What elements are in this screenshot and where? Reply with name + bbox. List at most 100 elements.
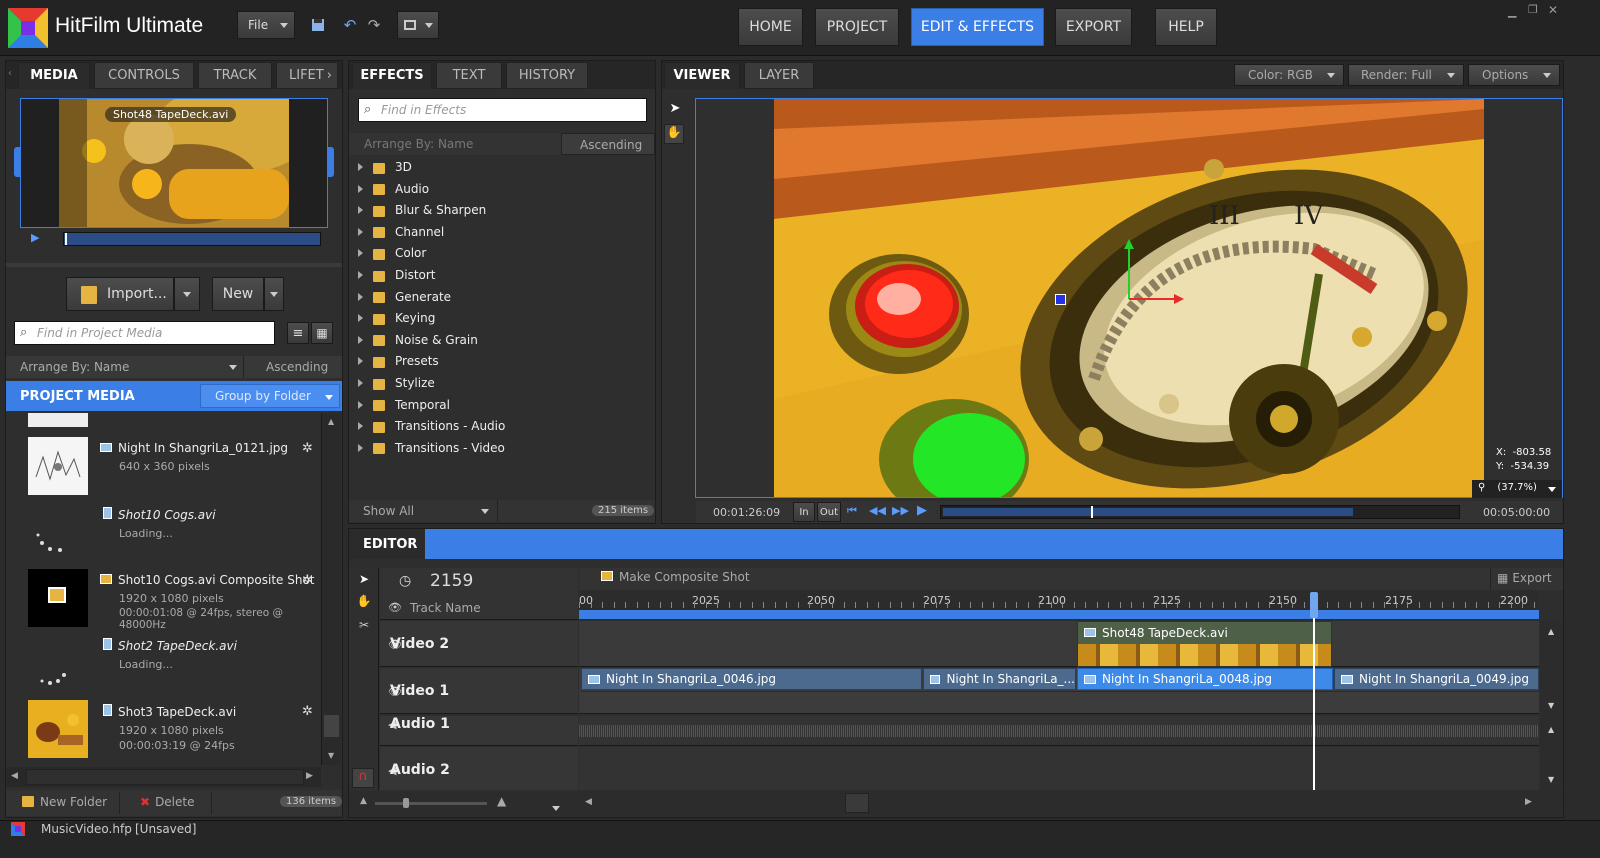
- expand-arrow-icon[interactable]: [358, 335, 363, 344]
- expand-arrow-icon[interactable]: [358, 163, 363, 171]
- viewer-playhead[interactable]: [1091, 506, 1093, 518]
- tab-viewer[interactable]: VIEWER: [664, 62, 740, 89]
- effect-folder[interactable]: Distort: [356, 265, 436, 285]
- show-all-select[interactable]: Show All: [352, 500, 498, 522]
- tab-controls[interactable]: CONTROLS: [94, 62, 194, 89]
- list-item[interactable]: Shot10 Cogs.avi Loading...: [100, 507, 320, 557]
- group-by-select[interactable]: Group by Folder: [200, 384, 340, 408]
- preview-play-button[interactable]: ▶: [31, 231, 39, 244]
- new-folder-button[interactable]: New Folder: [18, 792, 120, 814]
- tab-text[interactable]: TEXT: [436, 62, 502, 89]
- scroll-left-icon[interactable]: ◀: [585, 797, 592, 807]
- clip-night-0047[interactable]: Night In ShangriLa_...: [923, 668, 1076, 690]
- list-item[interactable]: Night In ShangriLa_0121.jpg 640 x 360 pi…: [100, 441, 320, 491]
- effect-folder[interactable]: 3D: [356, 157, 412, 177]
- media-h-scrollbar[interactable]: ◀ ▶: [6, 767, 321, 787]
- scroll-thumb[interactable]: [845, 793, 869, 813]
- eye-icon[interactable]: 👁: [388, 601, 402, 614]
- viewer-options-select[interactable]: Options: [1468, 64, 1560, 86]
- zoom-out-icon[interactable]: ▲: [360, 796, 367, 806]
- select-tool-icon[interactable]: ➤: [666, 101, 684, 119]
- step-forward-icon[interactable]: ▶▶: [892, 504, 909, 517]
- preview-scrub-bar[interactable]: [63, 232, 321, 246]
- razor-tool-icon[interactable]: ✂: [354, 618, 374, 636]
- scroll-thumb[interactable]: [324, 715, 339, 737]
- close-icon[interactable]: ✕: [1548, 3, 1558, 17]
- effect-folder[interactable]: Keying: [356, 308, 435, 328]
- scroll-right-icon[interactable]: ▶: [1525, 797, 1532, 807]
- effect-folder[interactable]: Presets: [356, 351, 439, 371]
- delete-button[interactable]: ✖ Delete: [130, 792, 212, 814]
- timeline-ruler[interactable]: 00 2025 2050 2075 2100 2125 2150 2175 2200: [579, 590, 1539, 620]
- viewer-scrub-bar[interactable]: [940, 505, 1460, 519]
- timeline-export-button[interactable]: ▦ Export: [1490, 568, 1562, 590]
- left-tabs-scroll-left[interactable]: ‹: [8, 68, 12, 79]
- effect-folder[interactable]: Transitions - Video: [356, 438, 505, 458]
- play-icon[interactable]: ▶: [917, 503, 927, 518]
- zoom-select[interactable]: ⚲ (37.7%): [1472, 480, 1562, 498]
- nav-edit-effects[interactable]: EDIT & EFFECTS: [911, 8, 1044, 46]
- item-settings-icon[interactable]: ✲: [302, 704, 313, 719]
- expand-arrow-icon[interactable]: [358, 249, 363, 258]
- clip-night-0049[interactable]: Night In ShangriLa_0049.jpg: [1334, 668, 1539, 690]
- effect-folder[interactable]: Audio: [356, 179, 429, 199]
- color-mode-select[interactable]: Color: RGB: [1234, 64, 1344, 86]
- tab-layer[interactable]: LAYER: [744, 62, 814, 89]
- import-dropdown[interactable]: [174, 277, 200, 311]
- tab-track[interactable]: TRACK: [198, 62, 272, 89]
- tab-lifetime[interactable]: LIFET ›: [276, 62, 338, 89]
- make-composite-button[interactable]: Make Composite Shot: [601, 570, 750, 584]
- hand-tool-icon[interactable]: ✋: [354, 594, 374, 612]
- effect-folder[interactable]: Noise & Grain: [356, 330, 478, 350]
- media-arrange-select[interactable]: Arrange By: Name: [8, 356, 244, 378]
- new-button[interactable]: New: [212, 277, 264, 311]
- expand-arrow-icon[interactable]: [358, 292, 363, 301]
- item-settings-icon[interactable]: ✲: [302, 573, 313, 588]
- undo-icon[interactable]: ↶: [340, 11, 360, 39]
- list-item[interactable]: Shot3 TapeDeck.avi 1920 x 1080 pixels 00…: [100, 704, 320, 760]
- nav-help[interactable]: HELP: [1155, 8, 1217, 46]
- tab-history[interactable]: HISTORY: [506, 62, 588, 89]
- track-area-audio1[interactable]: [579, 716, 1539, 746]
- work-area-bar[interactable]: [579, 610, 1539, 619]
- set-in-button[interactable]: In: [793, 502, 815, 522]
- clip-night-0046[interactable]: Night In ShangriLa_0046.jpg: [581, 668, 922, 690]
- expand-arrow-icon[interactable]: [358, 314, 363, 323]
- expand-arrow-icon[interactable]: [358, 227, 363, 236]
- restore-icon[interactable]: ❐: [1528, 3, 1538, 16]
- scroll-left-icon[interactable]: ◀: [11, 771, 18, 781]
- zoom-menu-icon[interactable]: [552, 800, 560, 814]
- list-view-icon[interactable]: ≡: [287, 322, 309, 344]
- expand-arrow-icon[interactable]: [358, 271, 363, 279]
- minimize-icon[interactable]: ▁: [1508, 5, 1516, 18]
- import-button[interactable]: Import...: [66, 277, 174, 311]
- effects-search-input[interactable]: ⌕ Find in Effects: [358, 98, 647, 122]
- effect-folder[interactable]: Stylize: [356, 373, 435, 393]
- effect-folder[interactable]: Blur & Sharpen: [356, 200, 486, 220]
- step-back-icon[interactable]: ◀◀: [869, 504, 886, 517]
- effect-folder[interactable]: Temporal: [356, 395, 450, 415]
- media-list-scrollbar[interactable]: ▲ ▼: [321, 413, 341, 765]
- expand-arrow-icon[interactable]: [358, 400, 363, 409]
- timeline-zoom-slider[interactable]: [375, 798, 487, 808]
- expand-arrow-icon[interactable]: [358, 422, 363, 431]
- list-item[interactable]: Shot2 TapeDeck.avi Loading...: [100, 638, 320, 688]
- tab-editor[interactable]: EDITOR: [349, 529, 425, 559]
- timeline-hscroll[interactable]: ◀ ▶: [579, 791, 1539, 815]
- expand-arrow-icon[interactable]: [358, 206, 363, 215]
- timeline-vscroll[interactable]: ▲ ▼ ▲ ▼: [1540, 621, 1563, 790]
- nav-export[interactable]: EXPORT: [1055, 8, 1132, 46]
- effect-folder[interactable]: Channel: [356, 222, 444, 242]
- go-to-start-icon[interactable]: ⏮: [847, 504, 857, 518]
- tab-effects[interactable]: EFFECTS: [352, 62, 432, 89]
- select-tool-icon[interactable]: ➤: [354, 572, 374, 590]
- expand-arrow-icon[interactable]: [358, 184, 363, 193]
- zoom-in-icon[interactable]: ▲: [497, 794, 506, 808]
- track-area-audio2[interactable]: [579, 747, 1539, 790]
- nav-home[interactable]: HOME: [738, 8, 803, 46]
- snap-magnet-icon[interactable]: ∩: [352, 768, 374, 788]
- expand-arrow-icon[interactable]: [358, 443, 363, 452]
- set-out-button[interactable]: Out: [817, 502, 841, 522]
- effect-folder[interactable]: Color: [356, 243, 426, 263]
- hand-tool-icon[interactable]: ✋: [664, 124, 684, 144]
